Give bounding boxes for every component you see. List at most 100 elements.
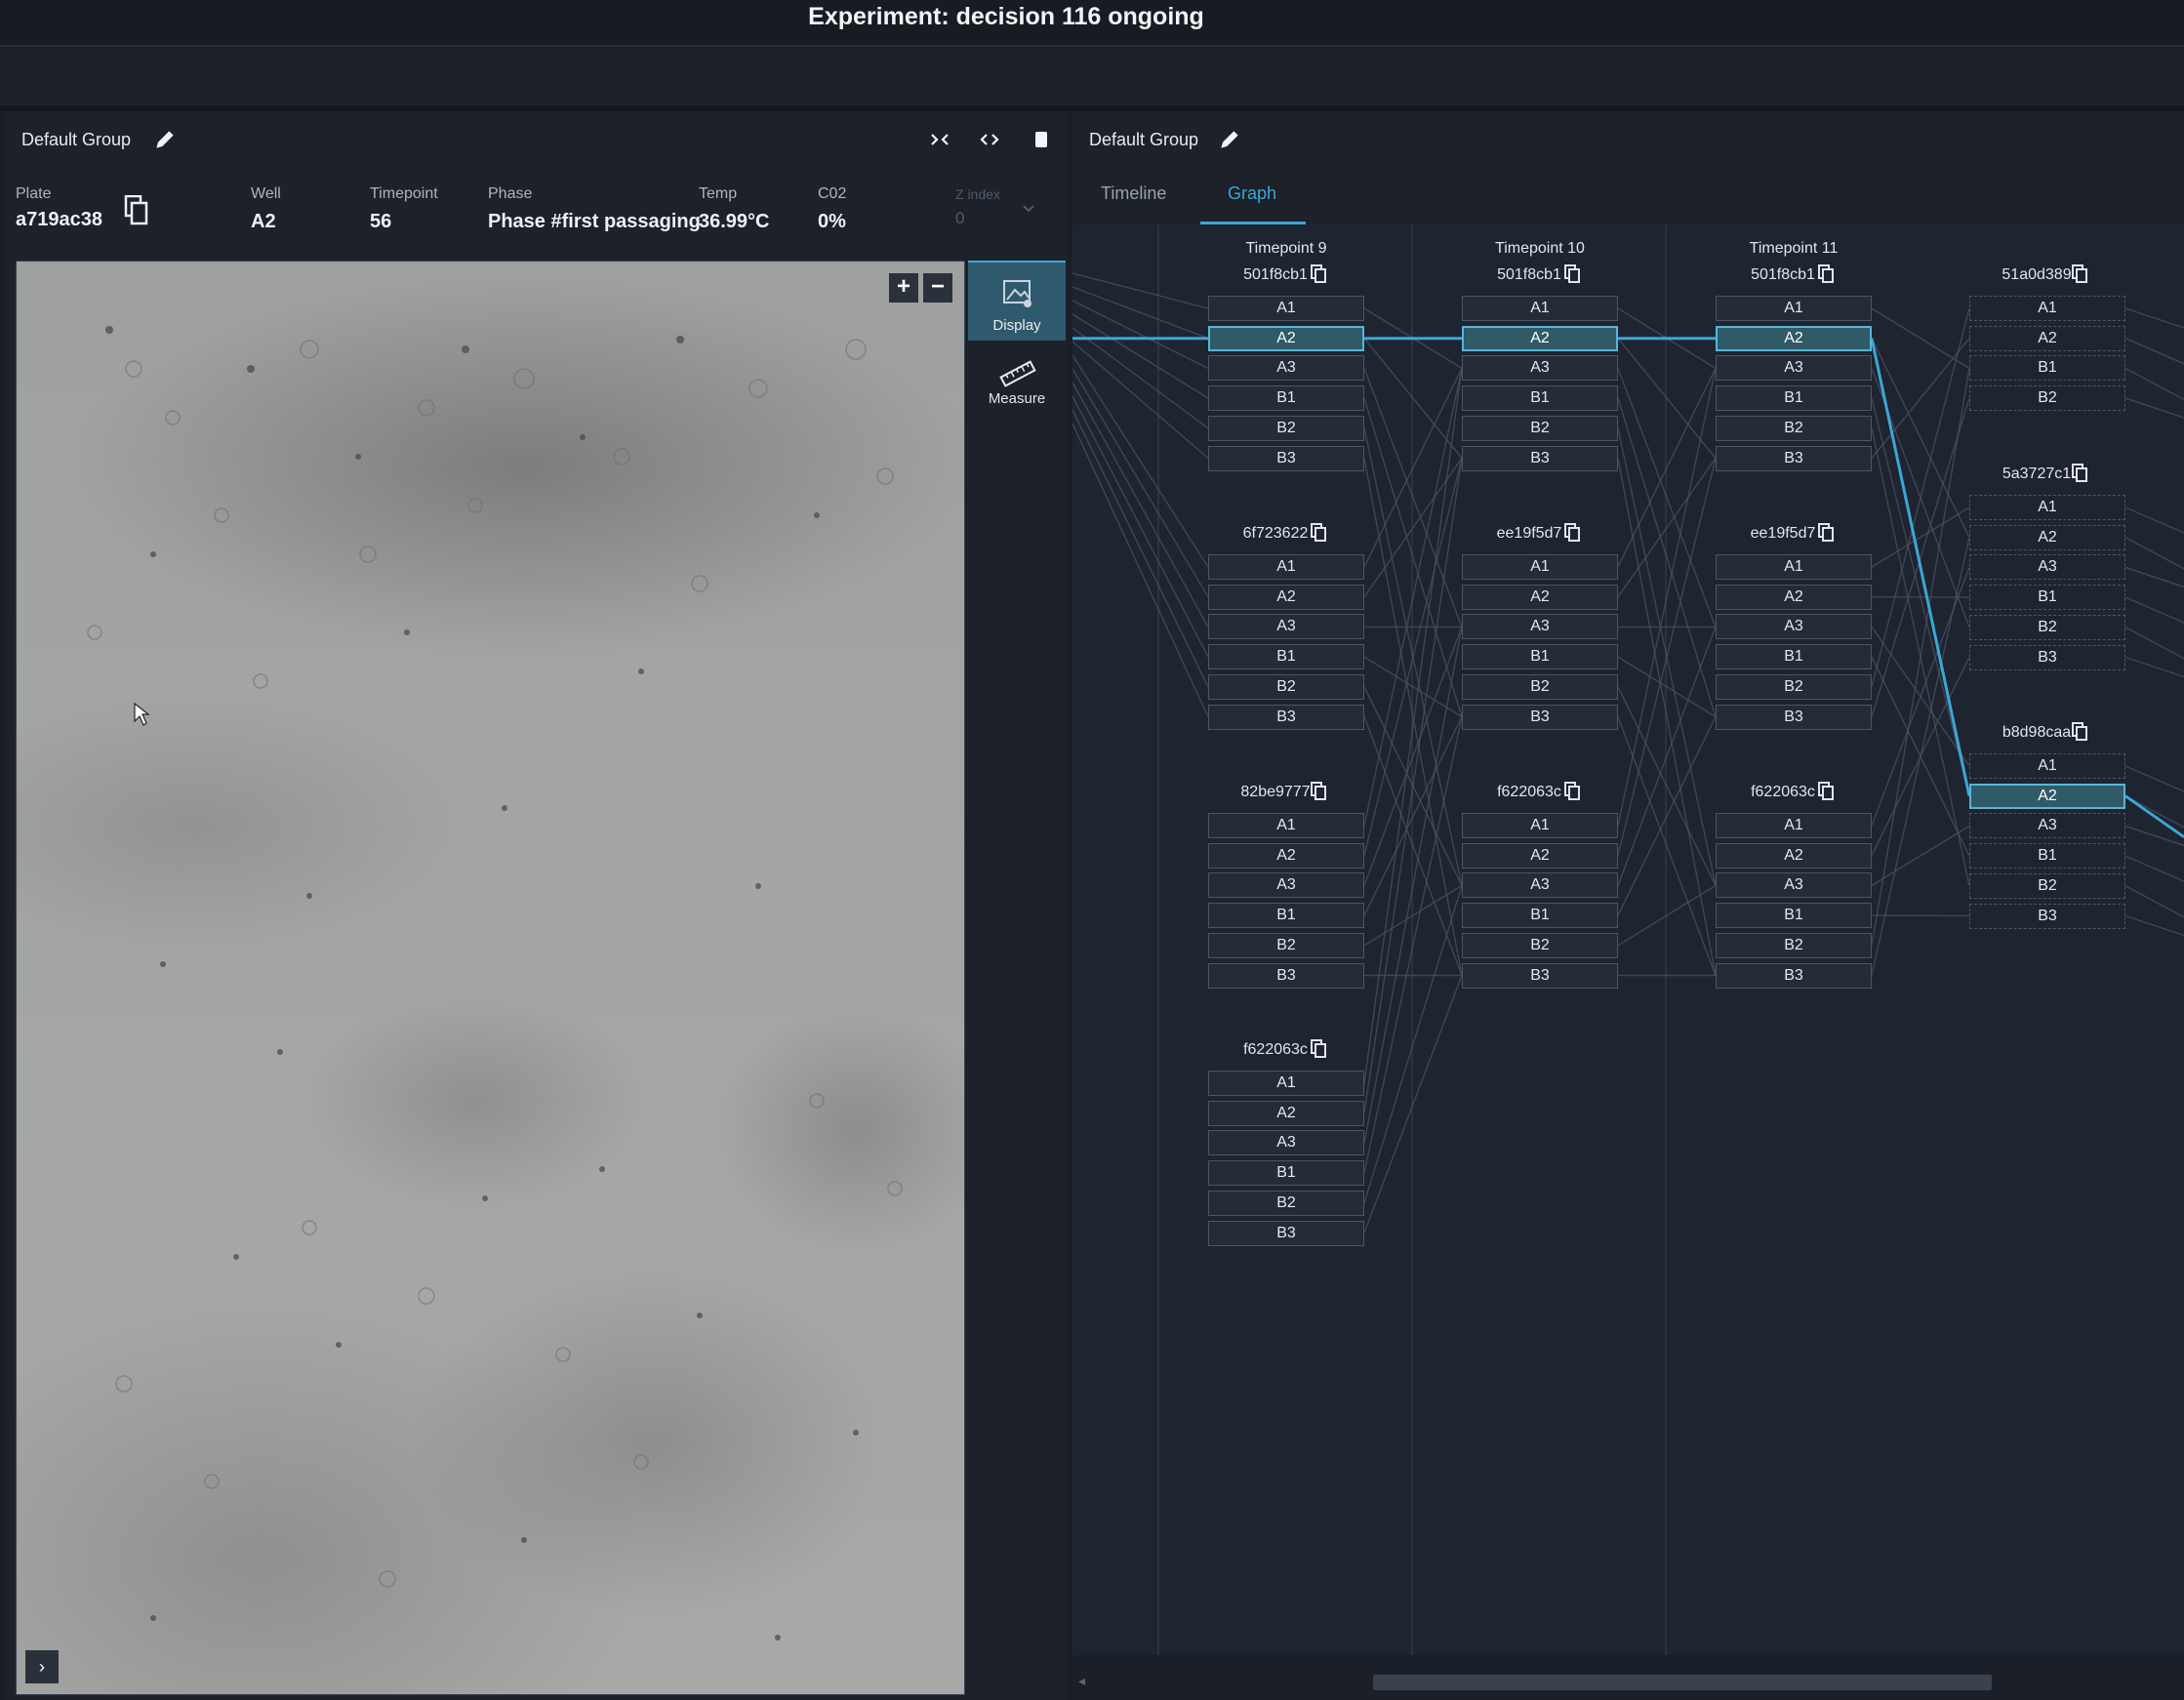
well-node-a3[interactable]: A3 [1716,872,1872,899]
well-node-a2[interactable]: A2 [1462,842,1618,869]
copy-icon[interactable] [1817,523,1835,543]
well-node-b1[interactable]: B1 [1716,644,1872,670]
well-node-a2[interactable]: A2 [1716,325,1872,351]
well-node-a1[interactable]: A1 [1208,296,1364,321]
well-node-b3[interactable]: B3 [1969,903,2125,929]
copy-icon[interactable] [124,195,149,226]
well-node-b3[interactable]: B3 [1208,1220,1364,1246]
copy-icon[interactable] [1563,264,1581,284]
well-node-a2[interactable]: A2 [1716,842,1872,869]
well-node-b2[interactable]: B2 [1969,614,2125,640]
well-node-b1[interactable]: B1 [1716,385,1872,412]
well-node-b2[interactable]: B2 [1208,932,1364,958]
well-node-b1[interactable]: B1 [1716,903,1872,929]
well-node-a2[interactable]: A2 [1208,842,1364,869]
well-node-a3[interactable]: A3 [1716,355,1872,382]
delete-icon[interactable] [1027,125,1056,154]
well-node-a1[interactable]: A1 [1462,296,1618,321]
chevron-down-icon[interactable] [1020,203,1037,215]
zoom-out-button[interactable]: − [923,273,952,303]
zoom-in-button[interactable]: + [889,273,918,303]
well-node-b2[interactable]: B2 [1462,673,1618,700]
well-node-a3[interactable]: A3 [1208,1130,1364,1156]
horizontal-scrollbar[interactable]: ◂ [1072,1655,2184,1700]
well-node-a3[interactable]: A3 [1969,554,2125,581]
well-node-b2[interactable]: B2 [1462,415,1618,441]
copy-icon[interactable] [2071,722,2088,742]
well-node-a2[interactable]: A2 [1462,584,1618,610]
well-node-a2[interactable]: A2 [1969,783,2125,809]
well-node-a1[interactable]: A1 [1969,296,2125,321]
well-node-a2[interactable]: A2 [1208,1100,1364,1126]
measure-tool-button[interactable]: Measure [968,357,1066,425]
well-node-b1[interactable]: B1 [1969,585,2125,611]
copy-icon[interactable] [1310,264,1327,284]
copy-icon[interactable] [1817,782,1835,801]
copy-icon[interactable] [1310,782,1327,801]
well-node-b2[interactable]: B2 [1462,932,1618,958]
well-node-b1[interactable]: B1 [1462,903,1618,929]
copy-icon[interactable] [1310,523,1327,543]
well-node-a2[interactable]: A2 [1462,325,1618,351]
scroll-left-icon[interactable]: ◂ [1078,1673,1085,1689]
well-node-b1[interactable]: B1 [1969,843,2125,870]
well-node-b3[interactable]: B3 [1462,704,1618,730]
well-node-a3[interactable]: A3 [1208,872,1364,899]
well-node-a1[interactable]: A1 [1462,554,1618,580]
tab-graph[interactable]: Graph [1228,183,1276,204]
well-node-a1[interactable]: A1 [1969,495,2125,520]
well-node-b3[interactable]: B3 [1208,962,1364,989]
well-node-b1[interactable]: B1 [1208,1160,1364,1187]
well-node-b1[interactable]: B1 [1462,385,1618,412]
well-node-b1[interactable]: B1 [1208,385,1364,412]
well-node-a2[interactable]: A2 [1716,584,1872,610]
z-index-value[interactable]: 0 [955,209,964,228]
well-node-a1[interactable]: A1 [1208,813,1364,838]
well-node-b1[interactable]: B1 [1462,644,1618,670]
well-node-a2[interactable]: A2 [1969,325,2125,351]
expand-icon[interactable] [975,125,1004,154]
well-node-a1[interactable]: A1 [1716,296,1872,321]
well-node-b2[interactable]: B2 [1716,673,1872,700]
well-node-a2[interactable]: A2 [1208,325,1364,351]
well-node-b2[interactable]: B2 [1208,1190,1364,1216]
well-node-b2[interactable]: B2 [1969,385,2125,412]
copy-icon[interactable] [1310,1039,1327,1059]
well-node-a3[interactable]: A3 [1462,355,1618,382]
well-node-b2[interactable]: B2 [1969,872,2125,899]
lineage-graph[interactable]: Timepoint 9 501f8cb1 A1 A2 A3 B1 B2 B3 6f723622 A… [1072,224,2184,1655]
copy-icon[interactable] [1563,523,1581,543]
well-node-a3[interactable]: A3 [1716,614,1872,640]
well-node-a2[interactable]: A2 [1208,584,1364,610]
well-node-a3[interactable]: A3 [1462,614,1618,640]
well-node-b3[interactable]: B3 [1716,962,1872,989]
well-node-b3[interactable]: B3 [1208,704,1364,730]
copy-icon[interactable] [2071,264,2088,284]
well-node-a1[interactable]: A1 [1462,813,1618,838]
well-node-b3[interactable]: B3 [1208,445,1364,471]
copy-icon[interactable] [1563,782,1581,801]
well-node-a3[interactable]: A3 [1462,872,1618,899]
edit-pencil-icon[interactable] [152,127,178,152]
edit-pencil-icon[interactable] [1217,127,1242,152]
well-node-b3[interactable]: B3 [1969,644,2125,670]
well-node-a2[interactable]: A2 [1969,524,2125,550]
microscopy-image[interactable]: + − › [16,261,965,1695]
well-node-a3[interactable]: A3 [1969,813,2125,839]
expand-drawer-button[interactable]: › [25,1650,59,1683]
well-node-a1[interactable]: A1 [1969,753,2125,779]
collapse-icon[interactable] [925,125,954,154]
well-node-b2[interactable]: B2 [1716,932,1872,958]
well-node-a3[interactable]: A3 [1208,614,1364,640]
well-node-a1[interactable]: A1 [1716,554,1872,580]
well-node-a1[interactable]: A1 [1716,813,1872,838]
display-tool-button[interactable]: Display [968,261,1066,341]
well-node-b2[interactable]: B2 [1716,415,1872,441]
well-node-b1[interactable]: B1 [1208,644,1364,670]
well-node-b2[interactable]: B2 [1208,415,1364,441]
well-node-b2[interactable]: B2 [1208,673,1364,700]
well-node-a3[interactable]: A3 [1208,355,1364,382]
well-node-b3[interactable]: B3 [1716,704,1872,730]
well-node-a1[interactable]: A1 [1208,1071,1364,1096]
well-node-a1[interactable]: A1 [1208,554,1364,580]
